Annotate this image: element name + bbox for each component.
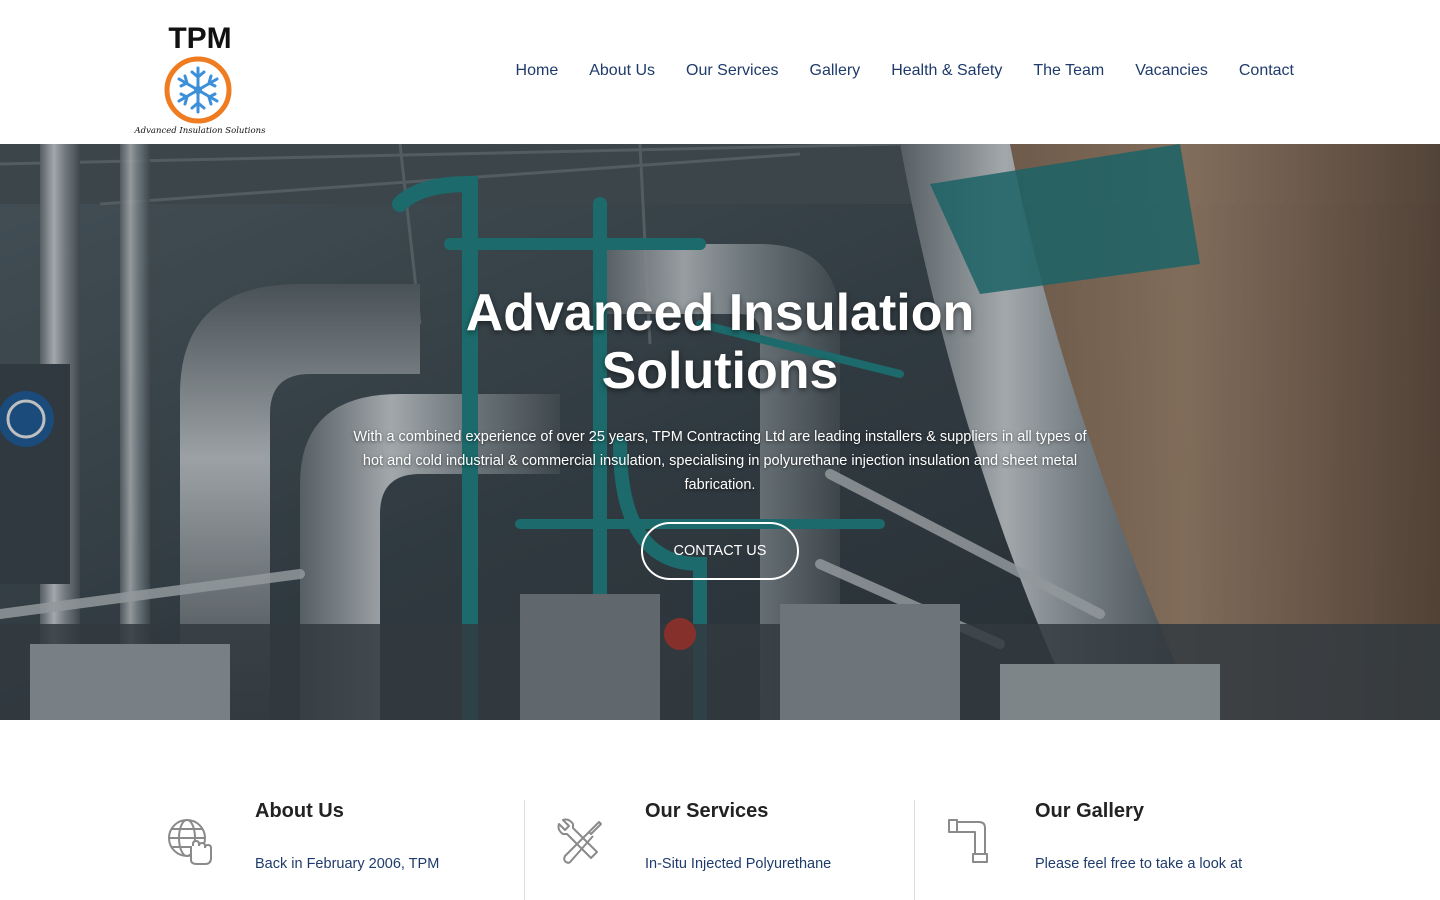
site-header: TPM Advanced Insulation Solutions Home A…	[0, 0, 1440, 144]
tools-icon	[557, 818, 602, 864]
hero-description: With a combined experience of over 25 ye…	[345, 425, 1095, 497]
feature-title-our-gallery: Our Gallery	[1035, 800, 1144, 822]
hero-description-line3: fabrication.	[684, 477, 756, 493]
hero-description-line2: hot and cold industrial & commercial ins…	[362, 453, 1078, 469]
features-section: About Us Back in February 2006, TPM Our …	[0, 720, 1440, 900]
nav-the-team[interactable]: The Team	[1033, 62, 1104, 80]
nav-contact[interactable]: Contact	[1239, 62, 1294, 80]
feature-divider	[524, 800, 525, 900]
feature-text-our-services: In-Situ Injected Polyurethane	[645, 856, 832, 872]
tpm-logo[interactable]: TPM Advanced Insulation Solutions	[120, 16, 280, 140]
hero-title-line1: Advanced Insulation	[465, 284, 975, 342]
hero-description-line1: With a combined experience of over 25 ye…	[353, 429, 1087, 445]
feature-divider	[914, 800, 915, 900]
feature-our-services[interactable]: Our Services In-Situ Injected Polyuretha…	[555, 800, 895, 900]
globe-hand-icon	[168, 819, 212, 865]
logo-tagline: Advanced Insulation Solutions	[134, 126, 266, 136]
pipe-icon	[948, 819, 988, 863]
nav-our-services[interactable]: Our Services	[686, 62, 778, 80]
main-nav: Home About Us Our Services Gallery Healt…	[485, 62, 1294, 80]
feature-about-us[interactable]: About Us Back in February 2006, TPM	[165, 800, 505, 900]
nav-about-us[interactable]: About Us	[589, 62, 655, 80]
feature-our-gallery[interactable]: Our Gallery Please feel free to take a l…	[945, 800, 1285, 900]
feature-title-our-services: Our Services	[645, 800, 769, 822]
nav-gallery[interactable]: Gallery	[810, 62, 861, 80]
hero-title-line2: Solutions	[601, 342, 839, 400]
feature-text-about-us: Back in February 2006, TPM	[255, 856, 440, 872]
feature-title-about-us: About Us	[255, 800, 344, 822]
nav-home[interactable]: Home	[516, 62, 559, 80]
nav-health-safety[interactable]: Health & Safety	[891, 62, 1002, 80]
hero-title: Advanced Insulation Solutions	[320, 284, 1120, 400]
contact-us-button[interactable]: CONTACT US	[641, 522, 799, 580]
hero-banner: Advanced Insulation Solutions With a com…	[0, 144, 1440, 720]
logo-wordmark: TPM	[168, 22, 232, 55]
feature-text-our-gallery: Please feel free to take a look at	[1035, 856, 1243, 872]
snowflake-icon	[164, 56, 232, 124]
nav-vacancies[interactable]: Vacancies	[1135, 62, 1208, 80]
